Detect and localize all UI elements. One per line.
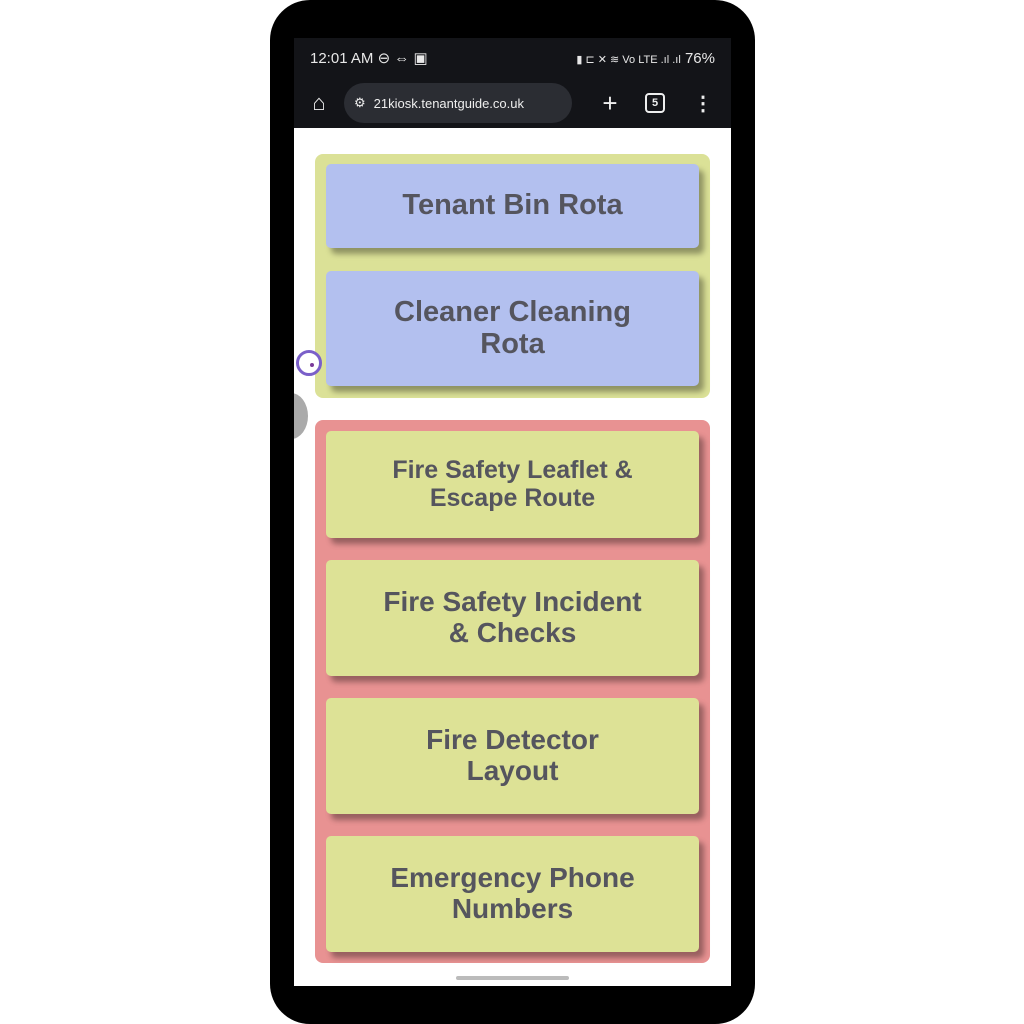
new-tab-button[interactable]: + [590,88,630,119]
status-time: 12:01 AM [310,50,374,67]
edge-panel-handle[interactable] [294,393,308,439]
address-bar[interactable]: ⚙ 21kiosk.tenantguide.co.uk [344,83,572,123]
fire-safety-leaflet-button[interactable]: Fire Safety Leaflet & Escape Route [326,431,699,538]
tab-switcher-button[interactable]: 5 [645,93,665,113]
floating-assistant-icon[interactable] [296,350,322,376]
rota-group: Tenant Bin Rota Cleaner Cleaning Rota [315,154,710,398]
fire-safety-incident-button[interactable]: Fire Safety Incident & Checks [326,560,699,676]
site-settings-icon[interactable]: ⚙ [354,95,366,111]
home-icon[interactable]: ⌂ [294,90,344,116]
status-bar: 12:01 AM ⊖ ⇔ ▣ ▮ ⊏ ✕ ≋ Vo LTE .ıl .ıl 76… [294,38,731,78]
notification-icons: ⊖ ⇔ ▣ [377,50,428,67]
url-text: 21kiosk.tenantguide.co.uk [373,95,524,111]
home-indicator[interactable] [456,976,569,980]
cleaner-cleaning-rota-button[interactable]: Cleaner Cleaning Rota [326,271,699,386]
fire-detector-layout-button[interactable]: Fire Detector Layout [326,698,699,814]
more-menu-icon[interactable]: ⋮ [693,91,713,116]
battery-level: 76% [684,49,715,67]
emergency-phone-numbers-button[interactable]: Emergency Phone Numbers [326,836,699,952]
fire-safety-group: Fire Safety Leaflet & Escape Route Fire … [315,420,710,963]
screen: 12:01 AM ⊖ ⇔ ▣ ▮ ⊏ ✕ ≋ Vo LTE .ıl .ıl 76… [294,38,731,986]
browser-toolbar: ⌂ ⚙ 21kiosk.tenantguide.co.uk + 5 ⋮ [294,78,731,128]
system-icons: ▮ ⊏ ✕ ≋ Vo LTE .ıl .ıl [576,53,681,66]
tenant-bin-rota-button[interactable]: Tenant Bin Rota [326,164,699,248]
